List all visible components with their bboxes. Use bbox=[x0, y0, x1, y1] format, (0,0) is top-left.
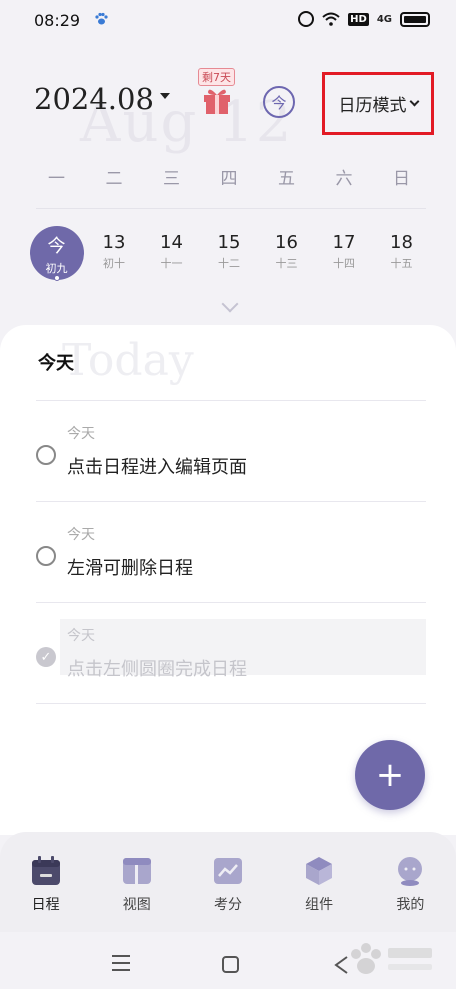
day-number: 今 bbox=[47, 236, 66, 257]
chevron-down-icon bbox=[409, 96, 419, 107]
nav-item-schedule[interactable]: 日程 bbox=[11, 854, 81, 932]
section-title: 今天 bbox=[38, 349, 74, 375]
check-circle-icon[interactable]: ✓ bbox=[36, 647, 56, 667]
event-dot bbox=[54, 275, 60, 281]
complete-circle-icon[interactable] bbox=[36, 445, 56, 465]
nav-item-widgets[interactable]: 组件 bbox=[284, 854, 354, 932]
divider bbox=[36, 400, 426, 401]
weekday-row: 一 二 三 四 五 六 日 bbox=[28, 164, 430, 189]
divider bbox=[36, 703, 426, 704]
day-cell[interactable]: 18 十五 bbox=[373, 226, 430, 284]
today-button[interactable]: 今 bbox=[263, 86, 295, 118]
nav-label: 视图 bbox=[122, 897, 151, 913]
gift-icon bbox=[204, 89, 230, 114]
calendar-icon bbox=[31, 856, 60, 885]
lunar-date: 十三 bbox=[275, 257, 298, 270]
day-number: 17 bbox=[332, 232, 356, 253]
complete-circle-icon[interactable] bbox=[36, 546, 56, 566]
layout-icon bbox=[122, 858, 151, 884]
task-title: 点击日程进入编辑页面 bbox=[67, 457, 247, 478]
gift-badge: 剩7天 bbox=[198, 68, 235, 86]
day-number: 16 bbox=[275, 232, 298, 253]
day-number: 15 bbox=[217, 232, 241, 253]
lunar-date: 十一 bbox=[160, 257, 183, 270]
weekday-label: 五 bbox=[278, 169, 295, 189]
day-cell[interactable]: 17 十四 bbox=[316, 226, 373, 284]
nav-label: 考分 bbox=[213, 897, 242, 913]
month-label: 2024.08 bbox=[34, 82, 154, 116]
calendar-mode-label: 日历模式 bbox=[338, 96, 407, 116]
day-number: 13 bbox=[102, 232, 126, 253]
weekday-label: 一 bbox=[48, 169, 65, 189]
home-icon[interactable] bbox=[222, 956, 239, 973]
day-cell[interactable]: 15 十二 bbox=[201, 226, 258, 284]
task-date: 今天 bbox=[67, 527, 95, 543]
task-item-completed[interactable]: ✓ 今天 点击左侧圆圈完成日程 bbox=[36, 619, 426, 701]
wifi-icon bbox=[322, 12, 340, 26]
hd-icon: HD bbox=[348, 12, 369, 26]
divider bbox=[36, 208, 426, 209]
lunar-date: 初十 bbox=[103, 257, 125, 270]
status-icons: HD 4G bbox=[298, 11, 430, 27]
caret-down-icon bbox=[159, 93, 170, 99]
task-title: 点击左侧圆圈完成日程 bbox=[67, 659, 247, 680]
task-date: 今天 bbox=[67, 426, 95, 442]
status-time: 08:29 bbox=[34, 11, 81, 30]
nav-item-me[interactable]: 我的 bbox=[375, 854, 445, 932]
weekday-label: 日 bbox=[393, 169, 410, 189]
menu-icon[interactable] bbox=[112, 955, 130, 976]
day-cell[interactable]: 13 初十 bbox=[86, 226, 143, 284]
calendar-header: Aug 12 2024.08 剩7天 今 日历模式 一 二 三 四 五 六 日 … bbox=[0, 40, 456, 330]
day-cell-today[interactable]: 今 初九 bbox=[28, 226, 85, 284]
lunar-date: 十四 bbox=[333, 257, 355, 270]
task-item[interactable]: 今天 左滑可删除日程 bbox=[36, 518, 426, 600]
avatar-icon bbox=[398, 857, 423, 886]
section-title-text: 今天 bbox=[38, 353, 74, 374]
weekday-label: 二 bbox=[105, 169, 123, 189]
calendar-mode-toggle[interactable]: 日历模式 bbox=[322, 72, 434, 135]
task-item[interactable]: 今天 点击日程进入编辑页面 bbox=[36, 417, 426, 499]
chart-icon bbox=[213, 858, 242, 884]
nav-label: 日程 bbox=[31, 897, 60, 913]
day-number: 18 bbox=[390, 232, 413, 253]
lunar-date: 初九 bbox=[45, 262, 68, 275]
day-number: 14 bbox=[160, 232, 183, 253]
day-cell[interactable]: 16 十三 bbox=[258, 226, 315, 284]
signal-icon: 4G bbox=[376, 13, 392, 25]
weekday-label: 三 bbox=[163, 169, 180, 189]
cube-icon bbox=[306, 857, 333, 885]
task-date: 今天 bbox=[67, 628, 95, 644]
watermark-logo bbox=[351, 943, 432, 974]
nav-label: 组件 bbox=[305, 897, 334, 913]
gift-button[interactable]: 剩7天 bbox=[196, 68, 236, 118]
section-watermark: Today bbox=[62, 335, 194, 386]
expand-chevron-icon[interactable] bbox=[221, 295, 239, 313]
bottom-nav: 日程 视图 考分 组件 我的 bbox=[0, 832, 456, 932]
add-event-button[interactable]: + bbox=[355, 740, 425, 810]
weekday-label: 四 bbox=[220, 169, 238, 189]
divider bbox=[36, 602, 426, 603]
month-picker[interactable]: 2024.08 bbox=[34, 82, 170, 116]
nav-label: 我的 bbox=[396, 897, 425, 913]
weekday-label: 六 bbox=[335, 169, 353, 189]
nav-item-view[interactable]: 视图 bbox=[102, 854, 172, 932]
nav-item-score[interactable]: 考分 bbox=[193, 854, 263, 932]
status-bar: 08:29 HD 4G bbox=[0, 0, 456, 40]
task-title: 左滑可删除日程 bbox=[67, 558, 193, 579]
lunar-date: 十二 bbox=[218, 257, 240, 270]
alarm-icon bbox=[298, 11, 315, 27]
paw-icon bbox=[95, 12, 108, 25]
divider bbox=[36, 501, 426, 502]
battery-icon bbox=[400, 11, 430, 27]
day-cell[interactable]: 14 十一 bbox=[143, 226, 200, 284]
lunar-date: 十五 bbox=[390, 257, 413, 270]
week-strip: 今 初九 13 初十 14 十一 15 十二 16 十三 17 十四 18 十五 bbox=[28, 226, 430, 284]
